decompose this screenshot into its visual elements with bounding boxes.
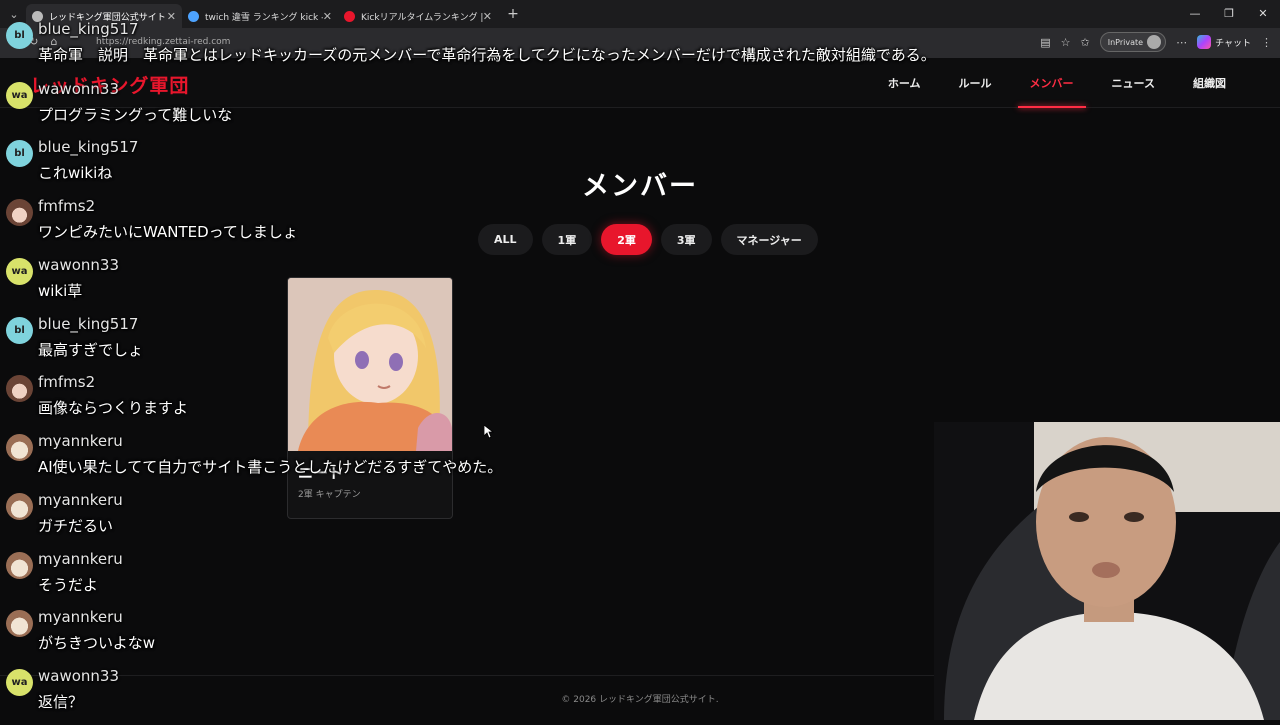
profile-avatar-icon xyxy=(1147,35,1162,49)
minimize-icon[interactable]: — xyxy=(1178,0,1212,28)
chat-username: myannkeru xyxy=(38,432,123,450)
window-controls: — ❐ ✕ xyxy=(1178,0,1280,28)
chat-text: ワンピみたいにWANTEDってしましょ xyxy=(38,223,298,241)
user-avatar-image xyxy=(6,199,33,226)
user-avatar-image xyxy=(6,434,33,461)
user-avatar: wa xyxy=(6,669,33,696)
copilot-label: チャット xyxy=(1215,38,1251,49)
chat-text: 革命軍 説明 革命軍とはレッドキッカーズの元メンバーで革命行為をしてクビになった… xyxy=(38,46,936,64)
chat-username: myannkeru xyxy=(38,491,123,509)
restore-icon[interactable]: ❐ xyxy=(1212,0,1246,28)
nav-members[interactable]: メンバー xyxy=(1016,69,1088,108)
chat-username: wawonn33 xyxy=(38,256,120,274)
chat-text: これwikiね xyxy=(38,164,113,182)
nav-news[interactable]: ニュース xyxy=(1098,69,1169,97)
user-avatar: wa xyxy=(6,258,33,285)
user-avatar: wa xyxy=(6,82,33,109)
chat-username: blue_king517 xyxy=(38,315,139,333)
chat-username: fmfms2 xyxy=(38,197,96,215)
nav-org-chart[interactable]: 組織図 xyxy=(1179,69,1240,97)
user-avatar-image xyxy=(6,610,33,637)
chat-text: プログラミングって難しいな xyxy=(38,106,233,124)
more-menu-icon[interactable]: ⋯ xyxy=(1176,36,1187,49)
chat-text: ガチだるい xyxy=(38,517,114,535)
reader-view-icon[interactable]: ▤ xyxy=(1040,36,1050,49)
chat-text: そうだよ xyxy=(38,576,99,594)
user-avatar-image xyxy=(6,375,33,402)
inprivate-badge[interactable]: InPrivate xyxy=(1099,32,1167,52)
address-bar-actions: ▤ ☆ ✩ InPrivate ⋯ チャット ⋮ xyxy=(1040,32,1272,52)
user-avatar: bl xyxy=(6,22,33,49)
chat-text: 画像ならつくりますよ xyxy=(38,399,189,417)
chat-username: myannkeru xyxy=(38,608,123,626)
chat-username: blue_king517 xyxy=(38,20,139,38)
user-avatar: bl xyxy=(6,317,33,344)
stream-chat-overlay: bl blue_king517 革命軍 説明 革命軍とはレッドキッカーズの元メン… xyxy=(0,0,1000,720)
chat-text: wiki草 xyxy=(38,282,83,300)
chat-username: fmfms2 xyxy=(38,373,96,391)
user-avatar-image xyxy=(6,493,33,520)
chat-text: 返信？ xyxy=(38,693,84,711)
inprivate-label: InPrivate xyxy=(1107,37,1144,47)
copilot-icon xyxy=(1197,35,1212,49)
chat-username: myannkeru xyxy=(38,550,123,568)
close-window-icon[interactable]: ✕ xyxy=(1246,0,1280,28)
user-avatar: bl xyxy=(6,140,33,167)
sidebar-toggle-icon[interactable]: ⋮ xyxy=(1261,36,1272,49)
chat-text: 最高すぎでしょ xyxy=(38,341,144,359)
chat-username: wawonn33 xyxy=(38,667,120,685)
favorite-star-icon[interactable]: ☆ xyxy=(1061,36,1071,49)
copilot-button[interactable]: チャット xyxy=(1197,35,1251,49)
chat-username: blue_king517 xyxy=(38,138,139,156)
chat-text: がちきついよなw xyxy=(38,634,155,652)
chat-username: wawonn33 xyxy=(38,80,120,98)
chat-text: AI使い果たしてて自力でサイト書こうとしたけどだるすぎてやめた。 xyxy=(38,458,503,476)
favorites-icon[interactable]: ✩ xyxy=(1081,36,1090,49)
user-avatar-image xyxy=(6,552,33,579)
